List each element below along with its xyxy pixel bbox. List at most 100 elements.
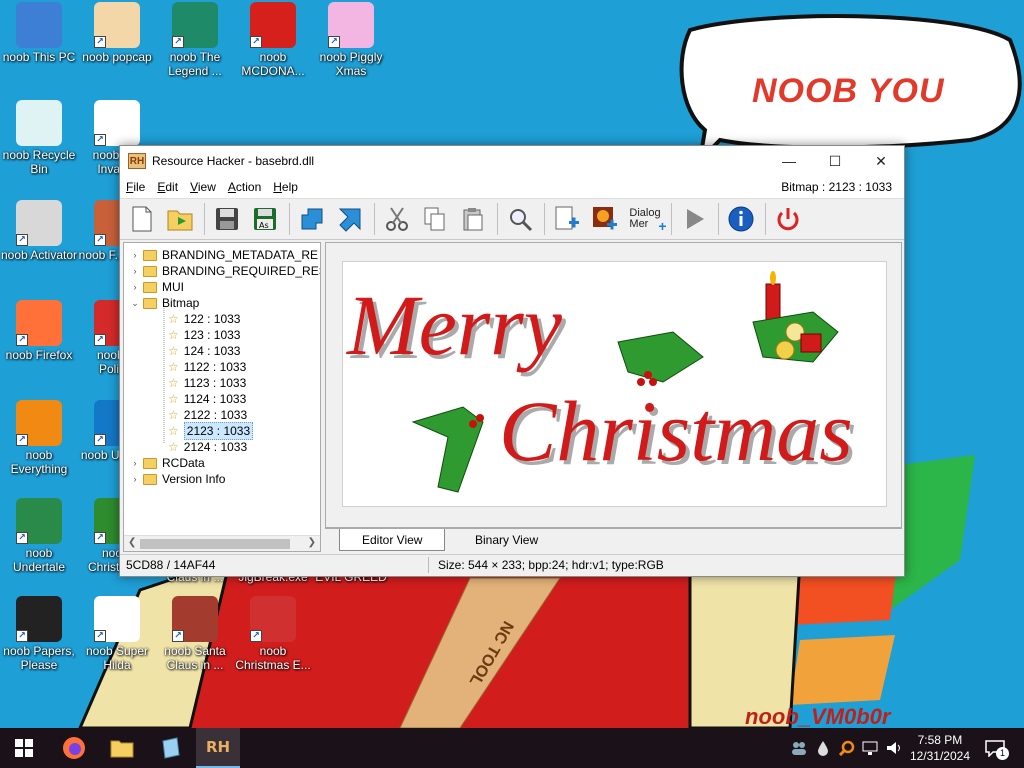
volume-tray-icon[interactable] — [886, 739, 904, 757]
scroll-left-icon[interactable]: ❮ — [128, 537, 136, 548]
info-icon[interactable] — [723, 201, 759, 237]
pig-icon: ↗ — [328, 2, 374, 48]
tree-folder[interactable]: › BRANDING_REQUIRED_RES — [130, 263, 321, 279]
tree-item[interactable]: ☆ 2122 : 1033 — [168, 407, 247, 423]
desktop-icon[interactable]: ↗ noob Santa Claus in ... — [156, 596, 234, 672]
scroll-right-icon[interactable]: ❯ — [308, 537, 316, 548]
tree-item[interactable]: ☆ 1122 : 1033 — [168, 359, 246, 375]
notification-center-button[interactable]: 1 — [982, 739, 1009, 760]
menu-item[interactable]: View — [184, 180, 222, 194]
tree-label: 1123 : 1033 — [183, 376, 247, 390]
resource-hacker-window[interactable]: RH Resource Hacker - basebrd.dll — ☐ ✕ F… — [119, 145, 905, 577]
tree-item[interactable]: ☆ 123 : 1033 — [168, 327, 240, 343]
paste-icon[interactable] — [455, 201, 491, 237]
open-folder-icon[interactable] — [162, 201, 198, 237]
taskbar-file-explorer[interactable] — [100, 728, 144, 768]
window-title: Resource Hacker - basebrd.dll — [152, 154, 315, 168]
tree-folder[interactable]: › Version Info — [130, 471, 226, 487]
tree-item[interactable]: ☆ 124 : 1033 — [168, 343, 240, 359]
tree-folder[interactable]: › RCData — [130, 455, 205, 471]
tree-label: MUI — [162, 280, 184, 294]
desktop-icon[interactable]: ↗ noob MCDONA... — [234, 2, 312, 78]
watermark-text: noob_VM0b0r — [745, 704, 891, 728]
title-bar[interactable]: RH Resource Hacker - basebrd.dll — ☐ ✕ — [120, 146, 904, 176]
resource-hacker-logo-icon: RH — [128, 153, 146, 169]
menu-accelerator: A — [227, 180, 236, 194]
tree-item[interactable]: ☆ 1123 : 1033 — [168, 375, 246, 391]
tab-editor-view[interactable]: Editor View — [339, 529, 446, 551]
expand-chevron-icon[interactable]: › — [130, 279, 140, 295]
taskbar-clock[interactable]: 7:58 PM 12/31/2024 — [910, 732, 970, 764]
power-exit-icon[interactable] — [770, 201, 806, 237]
expand-chevron-icon[interactable]: › — [130, 471, 140, 487]
navigate-arrow-icon[interactable] — [332, 201, 368, 237]
tree-label: 2122 : 1033 — [183, 408, 248, 422]
tree-folder[interactable]: › BRANDING_METADATA_RE — [130, 247, 319, 263]
desktop-icon[interactable]: ↗ noob Undertale — [0, 498, 78, 574]
save-icon[interactable] — [209, 201, 245, 237]
tab-binary-view[interactable]: Binary View — [453, 529, 560, 551]
menu-item-label: ction — [235, 180, 262, 194]
desktop-icon[interactable]: ↗ noob Firefox — [0, 300, 78, 362]
close-button[interactable]: ✕ — [858, 146, 904, 176]
people-tray-icon[interactable] — [790, 739, 808, 757]
menu-item[interactable]: Help — [267, 180, 304, 194]
save-as-icon[interactable]: As — [247, 201, 283, 237]
bitmap-image: Merry Christmas — [342, 261, 887, 507]
menu-item[interactable]: Edit — [151, 180, 184, 194]
expand-chevron-icon[interactable]: › — [130, 263, 140, 279]
menu-item[interactable]: Action — [222, 180, 267, 194]
expand-chevron-icon[interactable]: › — [130, 455, 140, 471]
add-image-icon[interactable] — [587, 201, 623, 237]
menu-item[interactable]: File — [120, 180, 151, 194]
tree-item[interactable]: ☆ 2124 : 1033 — [168, 439, 247, 455]
compile-arrow-icon[interactable] — [294, 201, 330, 237]
scrollbar-thumb[interactable] — [140, 539, 290, 549]
everything-tray-icon[interactable] — [838, 739, 856, 757]
add-resource-icon[interactable] — [549, 201, 585, 237]
this-pc-icon — [16, 2, 62, 48]
desktop-icon[interactable]: noob This PC — [0, 2, 78, 64]
cut-icon[interactable] — [379, 201, 415, 237]
drop-tray-icon[interactable] — [814, 739, 832, 757]
find-magnifier-icon[interactable] — [502, 201, 538, 237]
play-icon[interactable] — [676, 201, 712, 237]
taskbar-resource-hacker[interactable]: RH — [196, 728, 240, 768]
santa-icon: ↗ — [172, 596, 218, 642]
desktop-icon[interactable]: ↗ noob Super Hilda — [78, 596, 156, 672]
desktop-icon[interactable]: noob Recycle Bin — [0, 100, 78, 176]
star-icon: ☆ — [168, 360, 179, 374]
collapse-chevron-icon[interactable]: ⌄ — [130, 295, 140, 311]
desktop-icon[interactable]: ↗ noob The Legend ... — [156, 2, 234, 78]
desktop-icon[interactable]: ↗ noob Piggly Xmas — [312, 2, 390, 78]
new-file-icon[interactable] — [124, 201, 160, 237]
desktop-icon[interactable]: ↗ noob Christmas E... — [234, 596, 312, 672]
star-icon: ☆ — [168, 376, 179, 390]
minimize-button[interactable]: — — [766, 146, 812, 176]
desktop-icon-label: noob Everything — [10, 448, 68, 476]
tree-item[interactable]: ☆ 1124 : 1033 — [168, 391, 246, 407]
tree-item[interactable]: ☆ 2123 : 1033 — [168, 422, 254, 440]
start-button[interactable] — [2, 728, 46, 768]
taskbar-firefox[interactable] — [52, 728, 96, 768]
expand-chevron-icon[interactable]: › — [130, 247, 140, 263]
maximize-button[interactable]: ☐ — [812, 146, 858, 176]
merge-label: Mer — [629, 218, 649, 230]
resource-tree[interactable]: › BRANDING_METADATA_RE › BRANDING_REQUIRED_… — [123, 242, 321, 552]
tree-folder[interactable]: › MUI — [130, 279, 185, 295]
windows-logo-icon — [15, 739, 33, 757]
tree-item[interactable]: ☆ 122 : 1033 — [168, 311, 240, 327]
desktop-icon[interactable]: ↗ noob popcap — [78, 2, 156, 64]
shortcut-arrow-icon: ↗ — [250, 630, 262, 642]
desktop-icon[interactable]: ↗ noob Everything — [0, 400, 78, 476]
dialog-merge-icon[interactable]: Dialog Mer + — [625, 201, 666, 237]
tree-horizontal-scrollbar[interactable]: ❮ ❯ — [124, 535, 320, 551]
desktop-icon[interactable]: ↗ noob Activator — [0, 200, 78, 262]
shortcut-arrow-icon: ↗ — [94, 532, 106, 544]
desktop-icon[interactable]: ↗ noob Papers, Please — [0, 596, 78, 672]
tree-folder[interactable]: ⌄ Bitmap — [130, 295, 199, 311]
tree-label: Bitmap — [162, 296, 200, 310]
taskbar-notepad[interactable] — [148, 728, 192, 768]
copy-icon[interactable] — [417, 201, 453, 237]
network-tray-icon[interactable] — [862, 739, 880, 757]
